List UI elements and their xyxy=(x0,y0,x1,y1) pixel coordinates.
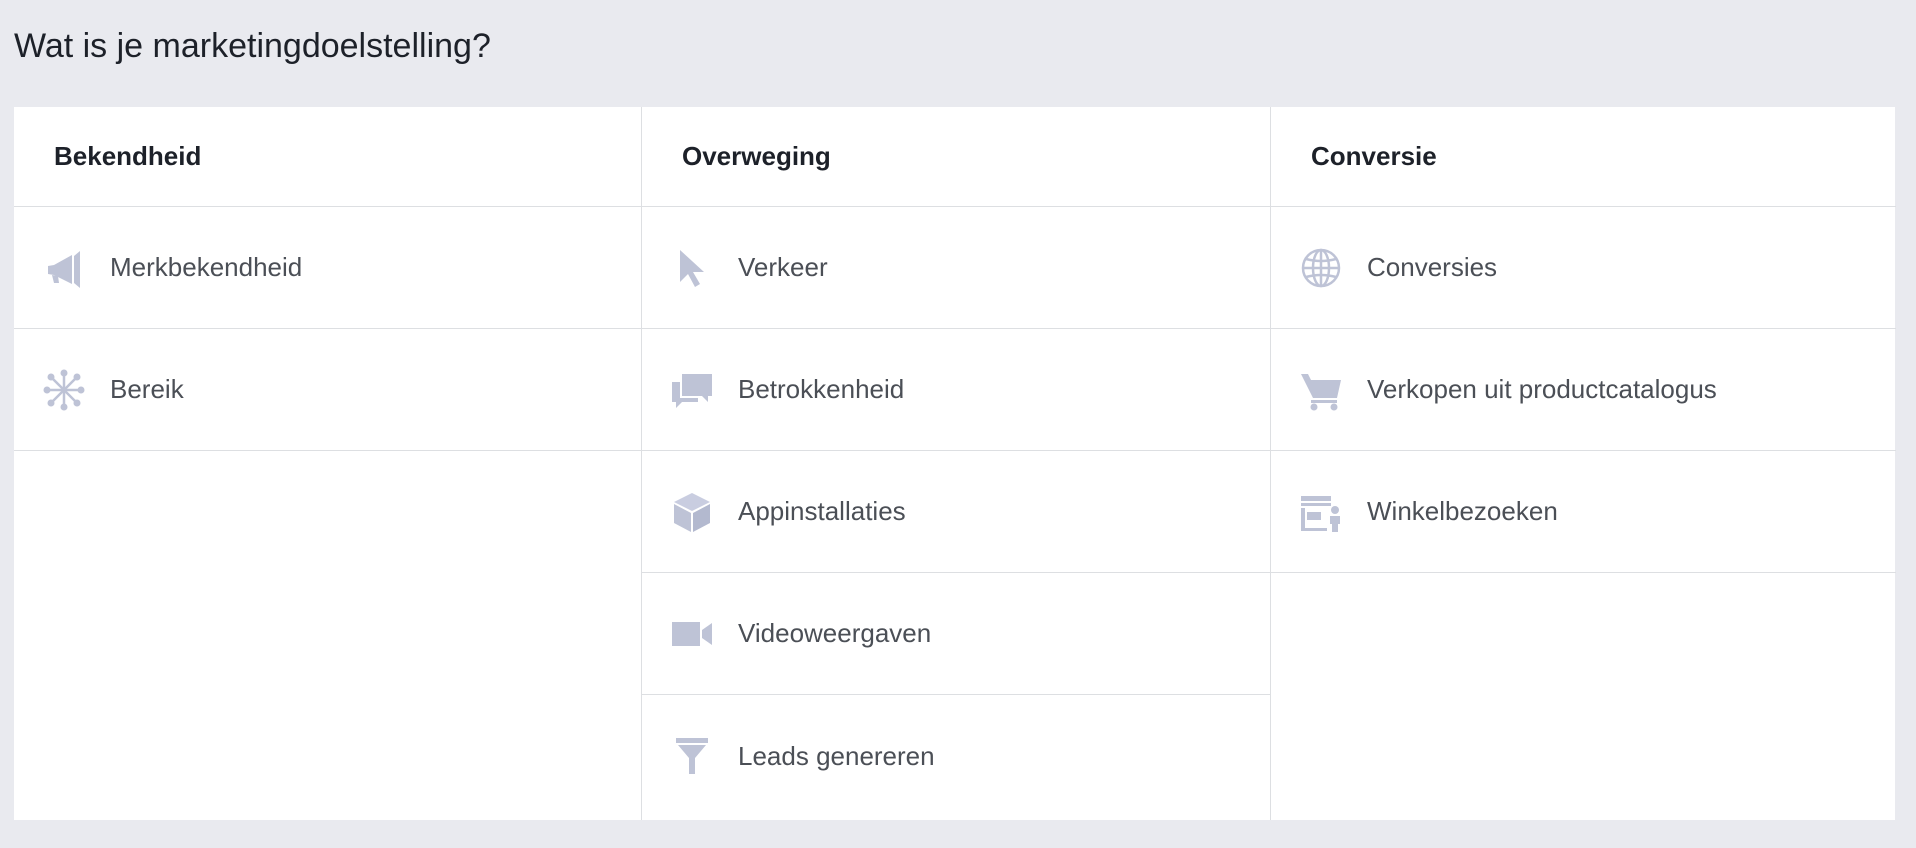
column-bekendheid: Bekendheid Merkbekendheid Bereik xyxy=(14,107,641,820)
objective-betrokkenheid[interactable]: Betrokkenheid xyxy=(642,329,1270,451)
objective-label: Appinstallaties xyxy=(738,496,906,526)
objective-conversies[interactable]: Conversies xyxy=(1271,207,1896,329)
objective-label: Conversies xyxy=(1367,252,1498,282)
page-title: Wat is je marketingdoelstelling? xyxy=(14,27,491,65)
column-heading-overweging: Overweging xyxy=(642,107,1270,207)
objective-label: Leads genereren xyxy=(738,740,935,771)
objective-label: Betrokkenheid xyxy=(738,374,905,404)
cursor-icon xyxy=(668,244,716,292)
objective-label: Winkelbezoeken xyxy=(1367,496,1558,526)
objective-label: Verkeer xyxy=(738,252,828,282)
funnel-icon xyxy=(668,732,716,780)
objective-panel: Bekendheid Merkbekendheid Bereik Overweg… xyxy=(14,107,1896,820)
column-heading-conversie: Conversie xyxy=(1271,107,1896,207)
store-visit-icon xyxy=(1297,488,1345,536)
column-heading-bekendheid: Bekendheid xyxy=(14,107,641,207)
objective-verkopen-productcatalogus[interactable]: Verkopen uit productcatalogus xyxy=(1271,329,1896,451)
objective-label: Bereik xyxy=(110,374,184,404)
objective-label: Merkbekendheid xyxy=(110,252,303,282)
shopping-cart-icon xyxy=(1297,366,1345,414)
objective-winkelbezoeken[interactable]: Winkelbezoeken xyxy=(1271,451,1896,573)
video-camera-icon xyxy=(668,610,716,658)
objective-merkbekendheid[interactable]: Merkbekendheid xyxy=(14,207,641,329)
objective-appinstallaties[interactable]: Appinstallaties xyxy=(642,451,1270,573)
box-icon xyxy=(668,488,716,536)
objective-label: Videoweergaven xyxy=(738,618,932,648)
objective-bereik[interactable]: Bereik xyxy=(14,329,641,451)
objective-label: Verkopen uit productcatalogus xyxy=(1367,374,1717,404)
objective-videoweergaven[interactable]: Videoweergaven xyxy=(642,573,1270,695)
column-conversie: Conversie Conversies Verkopen uit produc… xyxy=(1270,107,1896,820)
megaphone-icon xyxy=(40,244,88,292)
chat-bubbles-icon xyxy=(668,366,716,414)
globe-icon xyxy=(1297,244,1345,292)
network-icon xyxy=(40,366,88,414)
column-overweging: Overweging Verkeer Betrokkenheid Appinst… xyxy=(641,107,1270,820)
objective-verkeer[interactable]: Verkeer xyxy=(642,207,1270,329)
objective-leads-genereren[interactable]: Leads genereren xyxy=(642,695,1270,817)
